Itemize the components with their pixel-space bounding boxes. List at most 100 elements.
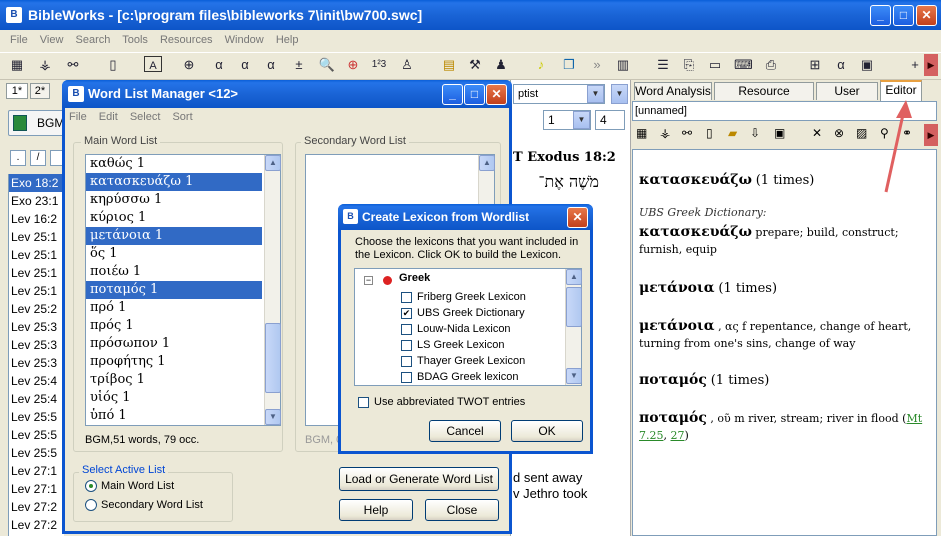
ed-tree-icon[interactable]: ⚶ [660,126,670,140]
word-list-item[interactable]: ὑπό 1 [86,407,262,425]
text-box-icon[interactable]: A [144,56,162,72]
reference-item[interactable]: Lev 25:5 [9,444,64,462]
reference-item[interactable]: Lev 25:3 [9,354,64,372]
layout-icon[interactable]: ▥ [614,56,632,74]
ed-pin-icon[interactable]: ⇩ [750,126,760,140]
menu-window[interactable]: Window [225,34,264,46]
reference-item[interactable]: Lev 25:1 [9,246,64,264]
book-icon[interactable]: ▤ [440,56,458,74]
stamp-icon[interactable]: ♟ [492,56,510,74]
link-27[interactable]: 27 [671,429,685,442]
toolbar-plus-icon[interactable]: + [906,56,924,74]
reference-item[interactable]: Lev 27:2 [9,498,64,516]
lexicon-checkbox[interactable] [401,323,412,335]
main-word-list[interactable]: καθώς 1 κατασκευάζω 1 κηρύσσω 1 κύριος 1 μετ… [85,154,281,426]
word-list-item[interactable]: πρόσωπον 1 [86,335,262,353]
menu-file[interactable]: File [10,34,28,46]
reference-list[interactable]: Exo 18:2 Exo 23:1 Lev 16:2 Lev 25:1 Lev 25:1… [8,174,64,536]
editor-content[interactable]: κατασκευάζω (1 times) UBS Greek Dictiona… [632,149,937,536]
ed-save-icon[interactable]: ▣ [774,126,785,140]
wlm-menu-edit[interactable]: Edit [99,111,118,123]
alpha-x-icon[interactable]: α [236,56,254,74]
radio-main-word-list[interactable]: Main Word List [85,480,174,493]
menu-tools[interactable]: Tools [122,34,148,46]
ed-new-icon[interactable]: ▯ [706,126,713,140]
ed-link-icon[interactable]: ⚯ [682,126,692,140]
lexicon-item[interactable]: ✔ UBS Greek Dictionary [401,305,525,321]
word-list-item[interactable]: πρό 1 [86,299,262,317]
lexicon-cancel-button[interactable]: Cancel [429,420,501,442]
close-button[interactable]: ✕ [916,5,937,26]
lexicon-scrollbar[interactable]: ▲ ▼ [565,269,582,385]
reference-item[interactable]: Lev 25:5 [9,408,64,426]
word-list-item[interactable]: ποιέω 1 [86,263,262,281]
lexicon-ok-button[interactable]: OK [511,420,583,442]
tab-2[interactable]: 2* [30,83,50,99]
wlm-close-btn[interactable]: Close [425,499,499,521]
word-list-item[interactable]: κύριος 1 [86,209,262,227]
lexicon-close-button[interactable]: ✕ [567,207,588,228]
lexicon-item[interactable]: Friberg Greek Lexicon [401,289,526,305]
wlm-menu-select[interactable]: Select [130,111,161,123]
lexicon-checkbox[interactable] [401,371,412,383]
tools-icon[interactable]: ⚒ [466,56,484,74]
load-generate-button[interactable]: Load or Generate Word List [339,467,499,491]
alpha-box-icon[interactable]: α [262,56,280,74]
plus-minus-icon[interactable]: ± [290,56,308,74]
lexicon-scroll-up[interactable]: ▲ [566,269,582,285]
main-list-scroll-up[interactable]: ▲ [265,155,281,171]
version-dropdown-arrow[interactable]: ▼ [587,85,604,103]
reference-item[interactable]: Lev 16:2 [9,210,64,228]
pane-dropdown-arrow[interactable]: ▼ [611,84,628,104]
help-button[interactable]: Help [339,499,413,521]
ed-grid-icon[interactable]: ▦ [636,126,647,140]
ed-cut-icon[interactable]: ✕ [812,126,822,140]
word-list-item[interactable]: πρός 1 [86,317,262,335]
list-icon[interactable]: ☰ [654,56,672,74]
minimize-button[interactable]: _ [870,5,891,26]
person-icon[interactable]: ♙ [398,56,416,74]
word-list-item[interactable]: ποταμός 1 [86,281,262,299]
reference-item[interactable]: Lev 25:3 [9,336,64,354]
menu-view[interactable]: View [40,34,64,46]
lexicon-checkbox[interactable]: ✔ [401,307,412,319]
reference-item[interactable]: Lev 27:1 [9,462,64,480]
new-doc-icon[interactable]: ▯ [104,56,122,74]
keyboard-icon[interactable]: ⌨ [734,56,753,74]
lexicon-item[interactable]: BDAG Greek lexicon [401,369,518,385]
copy-icon[interactable]: ⎘ [680,56,698,74]
word-list-item[interactable]: ὅς 1 [86,245,262,263]
lexicon-item[interactable]: Louw-Nida Lexicon [401,321,511,337]
lexicon-item[interactable]: Thayer Greek Lexicon [401,353,525,369]
main-list-scroll-down[interactable]: ▼ [265,409,281,425]
page-icon[interactable]: ▭ [706,56,724,74]
editor-more-button[interactable]: ▶ [924,124,938,146]
word-list-item[interactable]: μετάνοια 1 [86,227,262,245]
main-list-scrollbar[interactable]: ▲ ▼ [264,155,281,425]
grid-icon[interactable]: ▦ [8,56,26,74]
lexicon-scroll-thumb[interactable] [566,287,582,327]
print-icon[interactable]: ⎙ [762,56,780,74]
word-list-item[interactable]: υἱός 1 [86,389,262,407]
tab-1[interactable]: 1* [6,83,28,99]
word-list-item[interactable]: προφήτης 1 [86,353,262,371]
crosshair-icon[interactable]: ⊕ [344,56,362,74]
maximize-button[interactable]: □ [893,5,914,26]
reference-item[interactable]: Lev 27:1 [9,480,64,498]
add-icon[interactable]: ⊕ [180,56,198,74]
alpha-icon[interactable]: α [210,56,228,74]
slash-button[interactable]: / [30,150,46,166]
wlm-menu-sort[interactable]: Sort [172,111,192,123]
lexicon-tree[interactable]: − Greek Friberg Greek Lexicon ✔ UBS Greek … [354,268,582,386]
lexicon-checkbox[interactable] [401,291,412,303]
main-list-scroll-thumb[interactable] [265,323,281,393]
reference-item[interactable]: Lev 25:5 [9,426,64,444]
ed-open-icon[interactable]: ▰ [728,126,737,140]
secondary-list-scroll-up[interactable]: ▲ [479,155,495,171]
wlm-minimize-button[interactable]: _ [442,84,463,105]
verse-box[interactable]: 4 [595,110,625,130]
menu-search[interactable]: Search [76,34,111,46]
lexicon-checkbox[interactable] [401,355,412,367]
tab-word-analysis[interactable]: Word Analysis [634,82,712,100]
link-icon[interactable]: ⚯ [64,56,82,74]
